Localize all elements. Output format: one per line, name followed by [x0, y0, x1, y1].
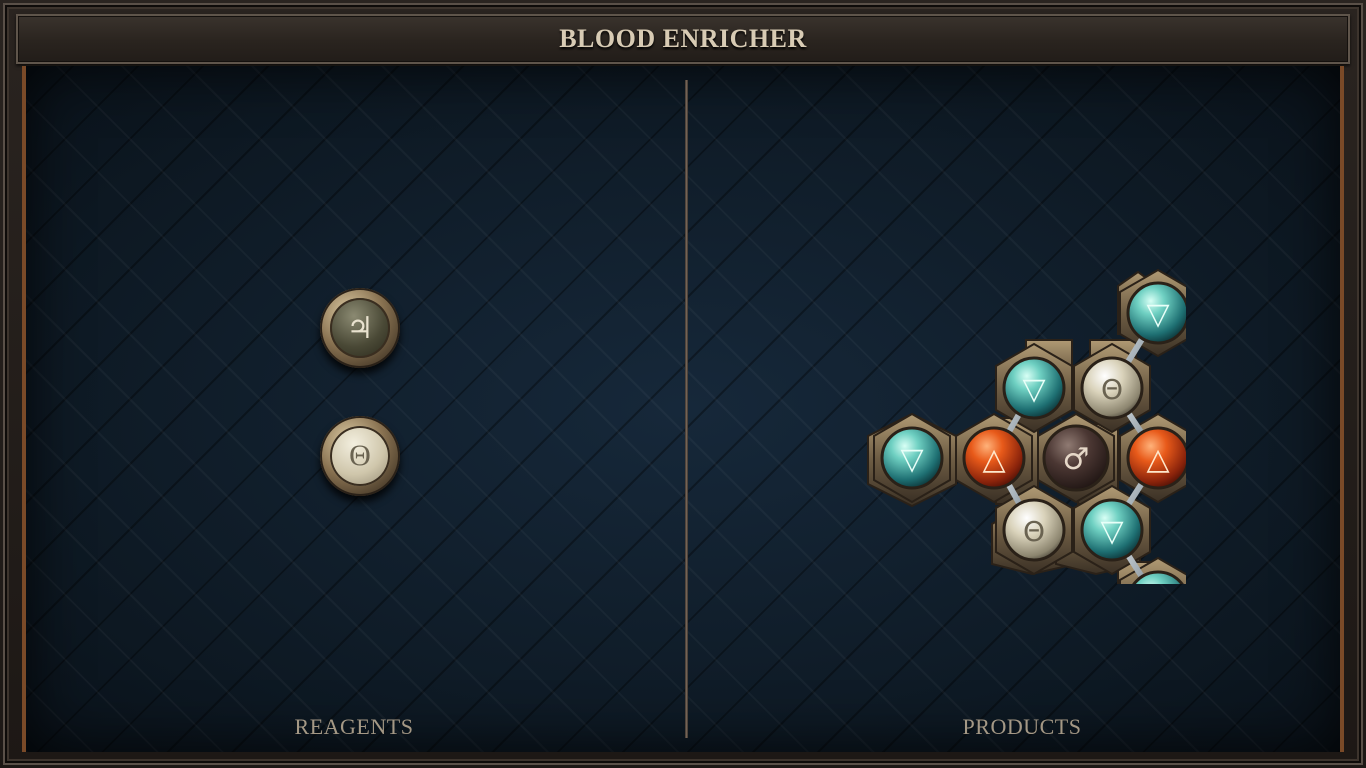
- atom-top-right-water[interactable]: ▽: [1126, 281, 1186, 345]
- atom-upper-right-salt[interactable]: Θ: [1080, 356, 1144, 420]
- atom-left-fire[interactable]: △: [962, 426, 1026, 490]
- salt-icon: Θ: [1023, 515, 1045, 548]
- salt-icon: Θ: [330, 426, 390, 486]
- reagents-label: REAGENTS: [294, 714, 414, 739]
- water-icon: ▽: [1022, 372, 1045, 407]
- product-molecule[interactable]: ▽ ▽ Θ ▽ △ ♂ △ Θ ▽: [846, 204, 1186, 584]
- atom-left-water[interactable]: ▽: [880, 426, 944, 490]
- water-icon: ▽: [1100, 514, 1123, 549]
- jupiter-icon: ♃: [330, 298, 390, 358]
- atom-center-iron[interactable]: ♂: [1042, 424, 1110, 492]
- products-label: PRODUCTS: [962, 714, 1082, 739]
- atom-lower-right-water[interactable]: ▽: [1080, 498, 1144, 562]
- title-bar: BLOOD ENRICHER: [16, 14, 1350, 64]
- puzzle-panel: ♃ Θ ▽ ▽ Θ ▽ △ ♂ △ Θ ▽ REAGENTS PRODUCTS: [22, 66, 1344, 752]
- reagent-salt-orb[interactable]: Θ: [320, 416, 400, 496]
- water-icon: ▽: [900, 442, 923, 477]
- iron-icon: ♂: [1063, 442, 1090, 477]
- atom-lower-left-salt[interactable]: Θ: [1002, 498, 1066, 562]
- fire-icon: △: [1146, 442, 1169, 477]
- window-title: BLOOD ENRICHER: [559, 24, 807, 53]
- game-window: BLOOD ENRICHER ♃ Θ ▽ ▽ Θ ▽ △ ♂ △ Θ ▽ REA…: [0, 0, 1366, 768]
- panel-divider: [685, 80, 688, 738]
- molecule-graphic: ▽ ▽ Θ ▽ △ ♂ △ Θ ▽: [867, 268, 1186, 584]
- salt-icon: Θ: [1101, 373, 1123, 406]
- atom-right-fire[interactable]: △: [1126, 426, 1186, 490]
- reagent-jupiter-orb[interactable]: ♃: [320, 288, 400, 368]
- atom-upper-left-water[interactable]: ▽: [1002, 356, 1066, 420]
- fire-icon: △: [982, 442, 1005, 477]
- water-icon: ▽: [1146, 297, 1169, 332]
